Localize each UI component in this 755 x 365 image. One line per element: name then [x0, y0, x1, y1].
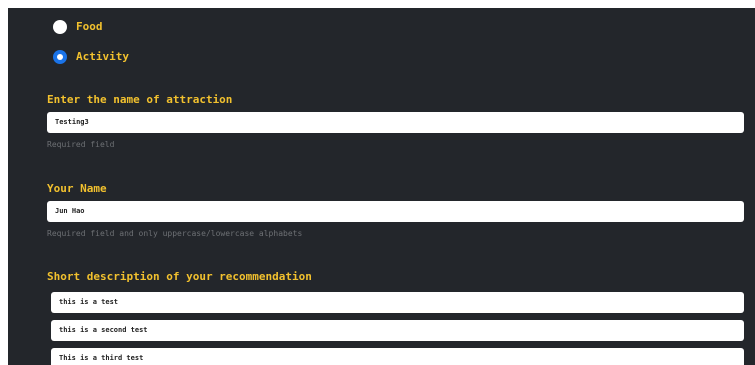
radio-button-food[interactable]: [53, 20, 67, 34]
form-panel: Food Activity Enter the name of attracti…: [8, 8, 755, 365]
description-input-2[interactable]: this is a second test: [51, 320, 744, 341]
attraction-label: Enter the name of attraction: [47, 93, 233, 106]
description-input-3[interactable]: This is a third test: [51, 348, 744, 365]
attraction-input[interactable]: Testing3: [47, 112, 744, 133]
description-input-1[interactable]: this is a test: [51, 292, 744, 313]
your-name-label: Your Name: [47, 182, 107, 195]
radio-button-activity[interactable]: [53, 50, 67, 64]
your-name-help-text: Required field and only uppercase/lowerc…: [47, 229, 303, 238]
radio-option-food[interactable]: Food: [53, 20, 103, 34]
your-name-input[interactable]: Jun Hao: [47, 201, 744, 222]
attraction-help-text: Required field: [47, 140, 115, 149]
description-label: Short description of your recommendation: [47, 270, 312, 283]
radio-option-activity[interactable]: Activity: [53, 50, 129, 64]
radio-label-food: Food: [76, 20, 103, 33]
radio-label-activity: Activity: [76, 50, 129, 63]
